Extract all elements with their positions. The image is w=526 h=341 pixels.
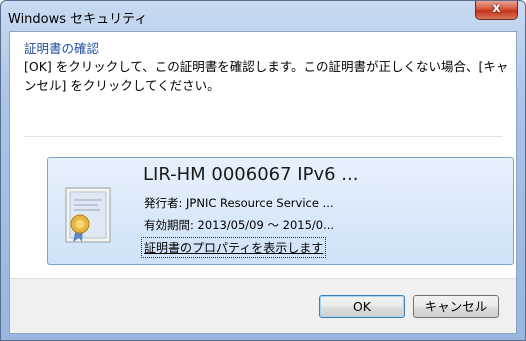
- dialog-description: [OK] をクリックして、この証明書を確認します。この証明書が正しくない場合、[…: [24, 59, 509, 93]
- certificate-title: LIR-HM 0006067 IPv6 ...: [143, 164, 359, 185]
- security-dialog-window: Windows セキュリティ x 証明書の確認 [OK] をクリックして、この証…: [0, 0, 526, 341]
- ok-button[interactable]: OK: [319, 295, 405, 318]
- certificate-issuer: 発行者: JPNIC Resource Service ...: [144, 196, 334, 210]
- dialog-heading: 証明書の確認: [24, 41, 100, 56]
- close-icon: x: [492, 1, 501, 16]
- certificate-icon: [65, 187, 111, 243]
- close-button[interactable]: x: [475, 1, 518, 20]
- dialog-footer: OK キャンセル: [10, 278, 516, 333]
- view-certificate-properties-link[interactable]: 証明書のプロパティを表示します: [140, 237, 327, 258]
- dialog-content: 証明書の確認 [OK] をクリックして、この証明書を確認します。この証明書が正し…: [9, 31, 517, 334]
- certificate-validity: 有効期間: 2013/05/09 ～ 2015/0...: [144, 218, 335, 232]
- certificate-tile[interactable]: LIR-HM 0006067 IPv6 ... 発行者: JPNIC Resou…: [47, 157, 514, 265]
- cancel-button[interactable]: キャンセル: [413, 295, 499, 318]
- divider: [24, 136, 502, 137]
- title-bar[interactable]: Windows セキュリティ x: [1, 1, 525, 31]
- window-title: Windows セキュリティ: [8, 12, 148, 27]
